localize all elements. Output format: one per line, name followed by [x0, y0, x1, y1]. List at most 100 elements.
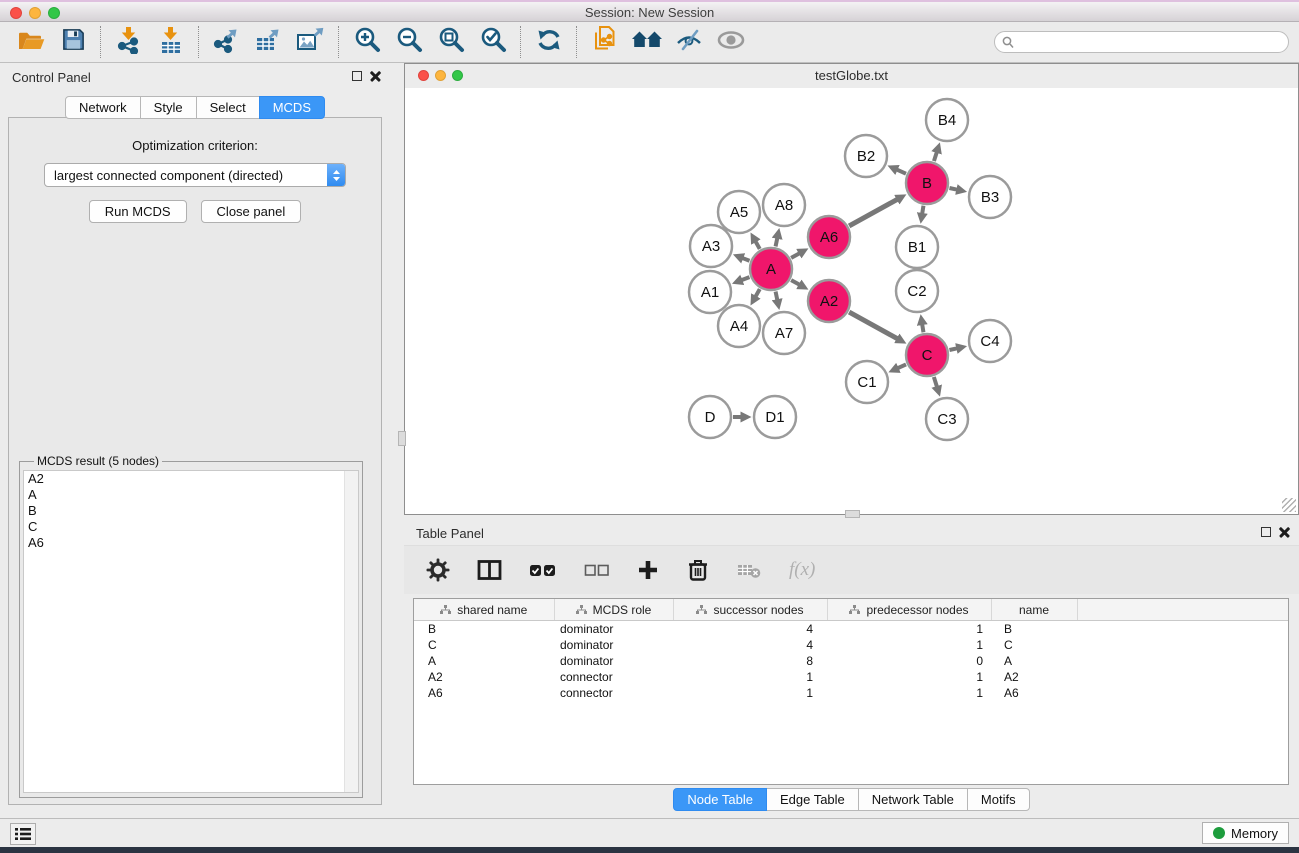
- tab-motifs[interactable]: Motifs: [967, 788, 1030, 811]
- column-header-predecessor-nodes[interactable]: predecessor nodes: [827, 599, 991, 621]
- graph-node-C4[interactable]: C4: [969, 320, 1011, 362]
- export-table-button[interactable]: [248, 24, 290, 60]
- optimization-criterion-dropdown[interactable]: largest connected component (directed): [44, 163, 346, 187]
- graph-edge-A-A4[interactable]: [755, 289, 760, 297]
- graph-edge-A-A3[interactable]: [742, 258, 750, 261]
- graph-node-C3[interactable]: C3: [926, 398, 968, 440]
- graph-node-A3[interactable]: A3: [690, 225, 732, 267]
- graph-node-A5[interactable]: A5: [718, 191, 760, 233]
- column-header-shared-name[interactable]: shared name: [414, 599, 554, 621]
- import-table-button[interactable]: [150, 24, 192, 60]
- run-mcds-button[interactable]: Run MCDS: [89, 200, 187, 223]
- tab-network[interactable]: Network: [65, 96, 141, 119]
- graph-node-B[interactable]: B: [906, 162, 948, 204]
- close-panel-button[interactable]: Close panel: [201, 200, 302, 223]
- task-history-button[interactable]: [10, 823, 36, 845]
- search-input[interactable]: [1019, 33, 1280, 53]
- graph-edge-B-B2[interactable]: [896, 169, 906, 173]
- tab-network-table[interactable]: Network Table: [858, 788, 968, 811]
- table-row[interactable]: A2connector11A2: [414, 669, 1288, 685]
- graph-node-B2[interactable]: B2: [845, 135, 887, 177]
- graph-edge-A-A7[interactable]: [776, 292, 778, 301]
- zoom-fit-button[interactable]: [430, 24, 472, 60]
- graph-edge-A-A5[interactable]: [755, 241, 760, 249]
- table-panel-tabs: Node TableEdge TableNetwork TableMotifs: [404, 788, 1299, 811]
- column-header-mcds-role[interactable]: MCDS role: [554, 599, 673, 621]
- deselect-all-button[interactable]: [584, 562, 610, 578]
- window-resize-grip[interactable]: [1282, 498, 1296, 512]
- delete-column-button[interactable]: [686, 558, 710, 582]
- graph-edge-C-C4[interactable]: [949, 348, 957, 350]
- graph-node-A4[interactable]: A4: [718, 305, 760, 347]
- open-session-button[interactable]: [10, 24, 52, 60]
- export-network-button[interactable]: [206, 24, 248, 60]
- graph-edge-A-A1[interactable]: [741, 277, 750, 280]
- import-network-button[interactable]: [108, 24, 150, 60]
- show-column-button[interactable]: [477, 558, 502, 582]
- home-button[interactable]: [626, 24, 668, 60]
- graph-edge-B-B1[interactable]: [922, 206, 923, 215]
- create-column-button[interactable]: [637, 559, 659, 581]
- graph-node-D[interactable]: D: [689, 396, 731, 438]
- dropdown-selected-value: largest connected component (directed): [54, 168, 283, 183]
- graph-node-B1[interactable]: B1: [896, 226, 938, 268]
- clone-network-button[interactable]: [584, 24, 626, 60]
- graph-node-B3[interactable]: B3: [969, 176, 1011, 218]
- float-panel-icon[interactable]: [352, 71, 362, 81]
- function-builder-button[interactable]: f(x): [789, 559, 815, 581]
- graph-edge-B-B4[interactable]: [934, 151, 937, 161]
- mcds-result-list[interactable]: A2ABCA6: [23, 470, 359, 793]
- vertical-splitter-handle[interactable]: [845, 510, 860, 518]
- result-scrollbar[interactable]: [344, 471, 358, 792]
- graph-edge-A-A8[interactable]: [776, 237, 778, 246]
- zoom-selected-button[interactable]: [472, 24, 514, 60]
- tab-select[interactable]: Select: [196, 96, 260, 119]
- delete-table-button[interactable]: [737, 560, 762, 580]
- memory-button[interactable]: Memory: [1202, 822, 1289, 844]
- preview-button[interactable]: [710, 24, 752, 60]
- tab-style[interactable]: Style: [140, 96, 197, 119]
- graph-node-A6[interactable]: A6: [808, 216, 850, 258]
- graph-edge-A6-B[interactable]: [849, 199, 898, 226]
- table-settings-button[interactable]: [426, 558, 450, 582]
- graph-node-A1[interactable]: A1: [689, 271, 731, 313]
- tab-node-table[interactable]: Node Table: [673, 788, 767, 811]
- zoom-out-button[interactable]: [388, 24, 430, 60]
- graph-edge-B-B3[interactable]: [949, 188, 957, 190]
- save-session-button[interactable]: [52, 24, 94, 60]
- graph-node-A2[interactable]: A2: [808, 280, 850, 322]
- column-header-successor-nodes[interactable]: successor nodes: [673, 599, 827, 621]
- graph-node-D1[interactable]: D1: [754, 396, 796, 438]
- graph-node-C1[interactable]: C1: [846, 361, 888, 403]
- graph-edge-C-C1[interactable]: [897, 364, 906, 368]
- graph-edge-C-C3[interactable]: [934, 377, 937, 388]
- network-canvas[interactable]: B4 B2 B B3 A8A5 A6 B1 A3 A C2 A1 A2 A4A7 C4 C C1 C3 D D1: [405, 88, 1298, 514]
- table-row[interactable]: Bdominator41B: [414, 621, 1288, 638]
- graph-node-C2[interactable]: C2: [896, 270, 938, 312]
- graph-edge-C-C2[interactable]: [922, 324, 923, 333]
- table-cell: 1: [673, 685, 827, 701]
- export-image-button[interactable]: [290, 24, 332, 60]
- float-table-panel-icon[interactable]: [1261, 527, 1271, 537]
- graph-node-C[interactable]: C: [906, 334, 948, 376]
- graph-edge-A-A2[interactable]: [791, 280, 800, 285]
- close-table-panel-icon[interactable]: [1279, 526, 1291, 538]
- zoom-in-button[interactable]: [346, 24, 388, 60]
- refresh-button[interactable]: [528, 24, 570, 60]
- tab-mcds[interactable]: MCDS: [259, 96, 325, 119]
- tab-edge-table[interactable]: Edge Table: [766, 788, 859, 811]
- select-all-button[interactable]: [529, 562, 557, 578]
- graph-node-B4[interactable]: B4: [926, 99, 968, 141]
- graph-edge-A2-C[interactable]: [849, 312, 898, 339]
- graph-node-A8[interactable]: A8: [763, 184, 805, 226]
- table-row[interactable]: Adominator80A: [414, 653, 1288, 669]
- graph-node-A[interactable]: A: [750, 248, 792, 290]
- column-header-name[interactable]: name: [991, 599, 1077, 621]
- graph-node-A7[interactable]: A7: [763, 312, 805, 354]
- show-hide-graphics-button[interactable]: [668, 24, 710, 60]
- table-row[interactable]: Cdominator41C: [414, 637, 1288, 653]
- graph-edge-A-A6[interactable]: [791, 253, 800, 258]
- close-panel-icon[interactable]: [370, 70, 382, 82]
- table-row[interactable]: A6connector11A6: [414, 685, 1288, 701]
- horizontal-splitter-handle[interactable]: [398, 431, 406, 446]
